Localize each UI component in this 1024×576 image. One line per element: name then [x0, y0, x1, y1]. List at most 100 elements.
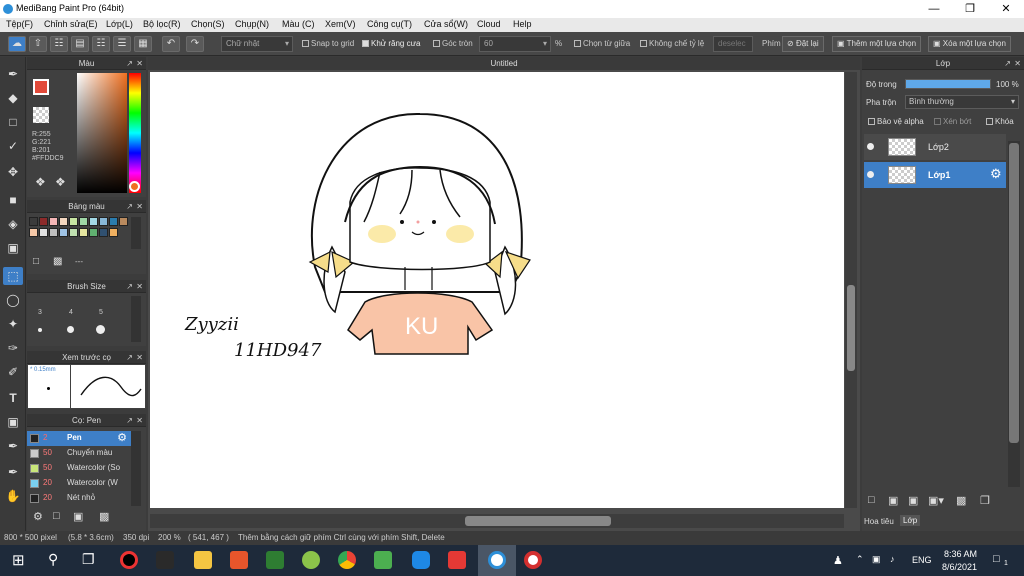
menu-cloud[interactable]: Cloud	[477, 19, 501, 29]
menu-select[interactable]: Chọn(S)	[191, 19, 225, 29]
opacity-slider[interactable]	[905, 79, 991, 89]
list-icon[interactable]: ☰	[113, 36, 131, 52]
menu-edit[interactable]: Chỉnh sửa(E)	[44, 19, 98, 29]
close-icon[interactable]: ✕	[136, 414, 143, 427]
photos-app-icon[interactable]	[266, 551, 284, 569]
protect-alpha-checkbox[interactable]: Bảo vệ alpha	[868, 117, 924, 126]
hue-handle[interactable]	[129, 181, 140, 192]
brush-size-dot[interactable]	[38, 328, 42, 332]
layer-list-scroll-thumb[interactable]	[1009, 143, 1019, 443]
cloud-icon[interactable]: ☁	[8, 36, 26, 52]
palette-swatch[interactable]	[69, 217, 78, 226]
magic-wand-tool-icon[interactable]: ✦	[3, 315, 23, 333]
minimize-button[interactable]: —	[916, 0, 952, 18]
chrome-icon[interactable]	[338, 551, 356, 569]
menu-filter[interactable]: Bộ lọc(R)	[143, 19, 181, 29]
network-icon[interactable]: ▣	[872, 554, 881, 565]
menu-help[interactable]: Help	[513, 19, 532, 29]
lock-checkbox[interactable]: Khóa	[986, 117, 1014, 126]
menu-view[interactable]: Xem(V)	[325, 19, 356, 29]
folder-icon[interactable]: ▩	[956, 494, 966, 507]
select-from-center-checkbox[interactable]: Chọn từ giữa	[574, 39, 630, 48]
text-tool-icon[interactable]: T	[3, 389, 23, 407]
brush-list-scrollbar[interactable]	[131, 431, 141, 506]
eyedropper-tool-icon[interactable]: ✒	[3, 463, 23, 481]
gear-icon[interactable]: ⚙	[117, 431, 127, 444]
palette-swatch[interactable]	[79, 217, 88, 226]
brush-list-item[interactable]: 2 Pen ⚙	[27, 431, 131, 446]
palette-swatch[interactable]	[89, 228, 98, 237]
palette-swatch[interactable]	[99, 228, 108, 237]
popout-icon[interactable]: ↗	[126, 414, 133, 427]
share-icon[interactable]: ⇧	[29, 36, 47, 52]
color-sv-picker[interactable]	[77, 73, 127, 193]
palette-swatch[interactable]	[109, 228, 118, 237]
popout-icon[interactable]: ↗	[126, 57, 133, 70]
menu-tools[interactable]: Công cụ(T)	[367, 19, 412, 29]
game-app-icon[interactable]	[302, 551, 320, 569]
palette-swatch[interactable]	[89, 217, 98, 226]
select-pen-tool-icon[interactable]: ✑	[3, 339, 23, 357]
merge-layer-icon[interactable]: ▣	[908, 494, 918, 507]
round-corner-checkbox[interactable]: Góc tròn	[433, 39, 473, 48]
clock-time[interactable]: 8:36 AM	[944, 549, 977, 559]
brush-size-3[interactable]: 3	[38, 309, 42, 316]
close-icon[interactable]: ✕	[136, 57, 143, 70]
chevron-up-icon[interactable]: ⌃	[856, 554, 864, 565]
add-selection-button[interactable]: ▣ Thêm một lựa chọn	[832, 36, 922, 52]
maximize-button[interactable]: ❐	[952, 0, 988, 18]
windows-start-icon[interactable]: ⊞	[12, 551, 25, 569]
palette-icon[interactable]: ❖	[35, 175, 46, 189]
pen-app-icon[interactable]	[156, 551, 174, 569]
round-value-input[interactable]: 60 ▾	[479, 36, 551, 52]
visibility-icon[interactable]	[867, 143, 874, 150]
snap-to-grid-checkbox[interactable]: Snap to grid	[302, 39, 354, 48]
brush-size-4[interactable]: 4	[69, 309, 73, 316]
menu-color[interactable]: Màu (C)	[282, 19, 315, 29]
popout-icon[interactable]: ↗	[126, 351, 133, 364]
transform-tool-icon[interactable]: ✓	[3, 137, 23, 155]
layer-row-selected[interactable]: Lớp1 ⚙	[864, 162, 1006, 188]
popout-icon[interactable]: ↗	[1004, 57, 1011, 70]
menu-file[interactable]: Tệp(F)	[6, 19, 33, 29]
select-eraser-tool-icon[interactable]: ✐	[3, 363, 23, 381]
undo-icon[interactable]: ↶	[162, 36, 180, 52]
grid-icon[interactable]: ▦	[134, 36, 152, 52]
notification-icon[interactable]: □	[993, 553, 1000, 565]
brush-size-dot[interactable]	[67, 326, 74, 333]
document-tab[interactable]: Untitled	[148, 57, 860, 70]
brush-size-scrollbar[interactable]	[131, 296, 141, 342]
shape-select[interactable]: Chữ nhật ▾	[221, 36, 293, 52]
people-icon[interactable]: ♟	[833, 554, 843, 567]
new-palette-icon[interactable]: □	[33, 256, 39, 267]
menu-capture[interactable]: Chụp(N)	[235, 19, 269, 29]
brush-list-item[interactable]: 20 Watercolor (W	[27, 476, 131, 491]
palette-swatch[interactable]	[29, 217, 38, 226]
close-icon[interactable]: ✕	[136, 200, 143, 213]
language-indicator[interactable]: ENG	[912, 555, 932, 565]
palette-swatch[interactable]	[29, 228, 38, 237]
medibang-app-icon[interactable]	[488, 551, 506, 569]
canvas-vertical-scroll-thumb[interactable]	[847, 285, 855, 371]
new-brush-icon[interactable]: □	[53, 510, 60, 522]
palette-swatch[interactable]	[59, 228, 68, 237]
comment-icon[interactable]: ▤	[71, 36, 89, 52]
transparent-color-swatch[interactable]	[33, 107, 49, 123]
popout-icon[interactable]: ↗	[126, 200, 133, 213]
palette-swatch[interactable]	[39, 228, 48, 237]
add-layer-type-icon[interactable]: ▣▾	[928, 494, 944, 507]
duplicate-layer-icon[interactable]: ❐	[980, 494, 990, 507]
opera-icon[interactable]	[524, 551, 542, 569]
palette-swatch[interactable]	[79, 228, 88, 237]
blend-mode-select[interactable]: Bình thường ▾	[905, 95, 1019, 109]
document-icon[interactable]: ☷	[92, 36, 110, 52]
android-app-icon[interactable]	[374, 551, 392, 569]
rectangle-tool-icon[interactable]: ■	[3, 191, 23, 209]
lasso-tool-icon[interactable]: ◯	[3, 291, 23, 309]
frame-tool-icon[interactable]: ▣	[3, 413, 23, 431]
visibility-icon[interactable]	[867, 171, 874, 178]
palette-swatch[interactable]	[99, 217, 108, 226]
hue-slider[interactable]	[129, 73, 141, 193]
brush-list-item[interactable]: 50 Chuyển màu	[27, 446, 131, 461]
palette-swatch[interactable]	[39, 217, 48, 226]
